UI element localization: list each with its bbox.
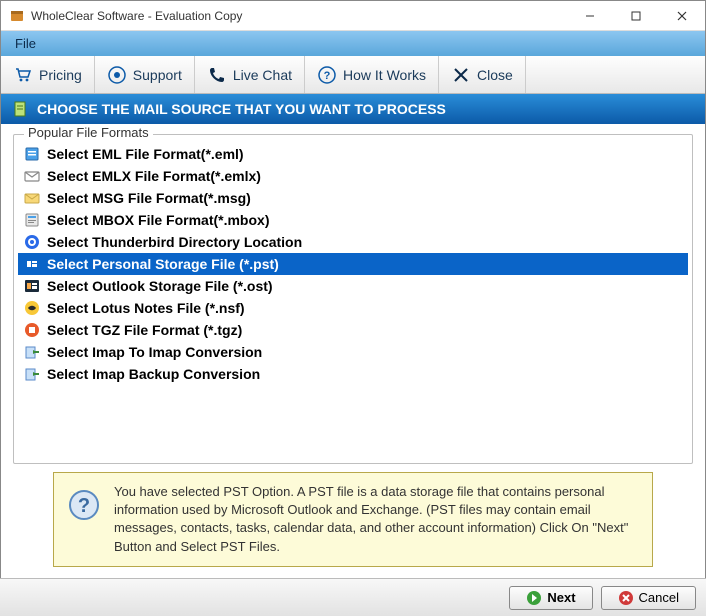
format-icon	[24, 212, 40, 228]
cancel-label: Cancel	[639, 590, 679, 605]
info-text: You have selected PST Option. A PST file…	[114, 483, 638, 556]
format-icon	[24, 190, 40, 206]
format-label: Select Lotus Notes File (*.nsf)	[47, 300, 245, 316]
banner-text: CHOOSE THE MAIL SOURCE THAT YOU WANT TO …	[37, 101, 446, 117]
format-label: Select MBOX File Format(*.mbox)	[47, 212, 269, 228]
formats-list: Select EML File Format(*.eml) Select EMLX…	[18, 143, 688, 385]
close-icon	[451, 65, 471, 85]
format-label: Select Thunderbird Directory Location	[47, 234, 302, 250]
menu-file[interactable]: File	[7, 34, 44, 53]
maximize-button[interactable]	[613, 1, 659, 31]
minimize-button[interactable]	[567, 1, 613, 31]
livechat-button[interactable]: Live Chat	[195, 56, 305, 93]
format-label: Select Personal Storage File (*.pst)	[47, 256, 279, 272]
format-label: Select EML File Format(*.eml)	[47, 146, 244, 162]
svg-text:?: ?	[324, 70, 331, 82]
format-label: Select Imap To Imap Conversion	[47, 344, 262, 360]
format-item[interactable]: Select Imap To Imap Conversion	[18, 341, 688, 363]
format-item[interactable]: Select Personal Storage File (*.pst)	[18, 253, 688, 275]
next-arrow-icon	[526, 590, 542, 606]
format-label: Select EMLX File Format(*.emlx)	[47, 168, 261, 184]
info-box: ? You have selected PST Option. A PST fi…	[53, 472, 653, 567]
format-icon	[24, 278, 40, 294]
format-item[interactable]: Select Lotus Notes File (*.nsf)	[18, 297, 688, 319]
format-label: Select MSG File Format(*.msg)	[47, 190, 251, 206]
svg-text:?: ?	[78, 495, 90, 517]
formats-legend: Popular File Formats	[24, 125, 153, 140]
format-icon	[24, 168, 40, 184]
howitworks-label: How It Works	[343, 67, 426, 83]
toolbar: Pricing Support Live Chat ? How It Works…	[1, 56, 705, 94]
footer: Next Cancel	[0, 578, 706, 616]
close-button[interactable]: Close	[439, 56, 526, 93]
cancel-button[interactable]: Cancel	[601, 586, 696, 610]
info-question-icon: ?	[68, 489, 100, 521]
format-item[interactable]: Select Thunderbird Directory Location	[18, 231, 688, 253]
titlebar: WholeClear Software - Evaluation Copy	[1, 1, 705, 31]
cancel-x-icon	[618, 590, 634, 606]
support-label: Support	[133, 67, 182, 83]
format-item[interactable]: Select Outlook Storage File (*.ost)	[18, 275, 688, 297]
phone-icon	[207, 65, 227, 85]
pricing-label: Pricing	[39, 67, 82, 83]
instruction-banner: CHOOSE THE MAIL SOURCE THAT YOU WANT TO …	[1, 94, 705, 124]
question-icon: ?	[317, 65, 337, 85]
livechat-label: Live Chat	[233, 67, 292, 83]
format-icon	[24, 256, 40, 272]
menubar: File	[1, 31, 705, 56]
next-button[interactable]: Next	[509, 586, 592, 610]
cart-icon	[13, 65, 33, 85]
app-icon	[9, 8, 25, 24]
format-item[interactable]: Select MBOX File Format(*.mbox)	[18, 209, 688, 231]
headset-icon	[107, 65, 127, 85]
howitworks-button[interactable]: ? How It Works	[305, 56, 439, 93]
format-icon	[24, 322, 40, 338]
format-item[interactable]: Select TGZ File Format (*.tgz)	[18, 319, 688, 341]
format-item[interactable]: Select Imap Backup Conversion	[18, 363, 688, 385]
format-label: Select TGZ File Format (*.tgz)	[47, 322, 242, 338]
formats-fieldset: Popular File Formats Select EML File For…	[13, 134, 693, 464]
format-item[interactable]: Select MSG File Format(*.msg)	[18, 187, 688, 209]
format-item[interactable]: Select EMLX File Format(*.emlx)	[18, 165, 688, 187]
close-label: Close	[477, 67, 513, 83]
format-item[interactable]: Select EML File Format(*.eml)	[18, 143, 688, 165]
next-label: Next	[547, 590, 575, 605]
format-label: Select Imap Backup Conversion	[47, 366, 260, 382]
format-icon	[24, 300, 40, 316]
format-icon	[24, 366, 40, 382]
support-button[interactable]: Support	[95, 56, 195, 93]
format-label: Select Outlook Storage File (*.ost)	[47, 278, 273, 294]
pricing-button[interactable]: Pricing	[1, 56, 95, 93]
format-icon	[24, 344, 40, 360]
close-window-button[interactable]	[659, 1, 705, 31]
document-icon	[11, 100, 29, 118]
format-icon	[24, 234, 40, 250]
format-icon	[24, 146, 40, 162]
window-title: WholeClear Software - Evaluation Copy	[31, 9, 567, 23]
